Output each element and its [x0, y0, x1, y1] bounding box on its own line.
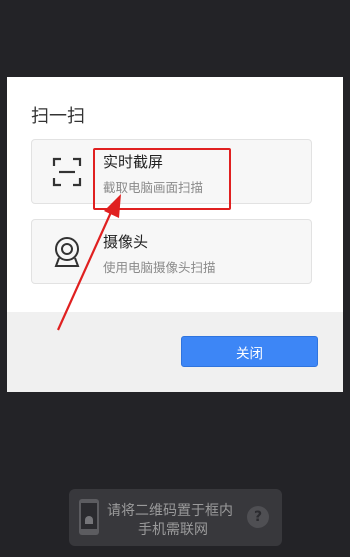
close-button[interactable]: 关闭: [181, 336, 318, 367]
toast-line-1: 请将二维码置于框内: [107, 503, 233, 519]
dialog-title: 扫一扫: [31, 106, 85, 127]
scan-hint-toast: 请将二维码置于框内 手机需联网 ?: [69, 489, 282, 546]
screen-capture-icon: [52, 157, 82, 187]
annotation-highlight-box: [93, 148, 231, 210]
dialog-footer: 关闭: [7, 312, 343, 392]
help-icon[interactable]: ?: [247, 506, 269, 528]
webcam-option[interactable]: 摄像头 使用电脑摄像头扫描: [31, 219, 312, 284]
webcam-label: 摄像头: [103, 233, 149, 251]
webcam-description: 使用电脑摄像头扫描: [103, 260, 216, 275]
scan-dialog: 扫一扫 实时截屏 截取电脑画面扫描 摄像头 使用电脑摄像头扫描 关闭: [7, 77, 343, 392]
webcam-icon: [54, 237, 80, 267]
android-phone-icon: [79, 499, 99, 535]
toast-line-2: 手机需联网: [138, 522, 208, 538]
